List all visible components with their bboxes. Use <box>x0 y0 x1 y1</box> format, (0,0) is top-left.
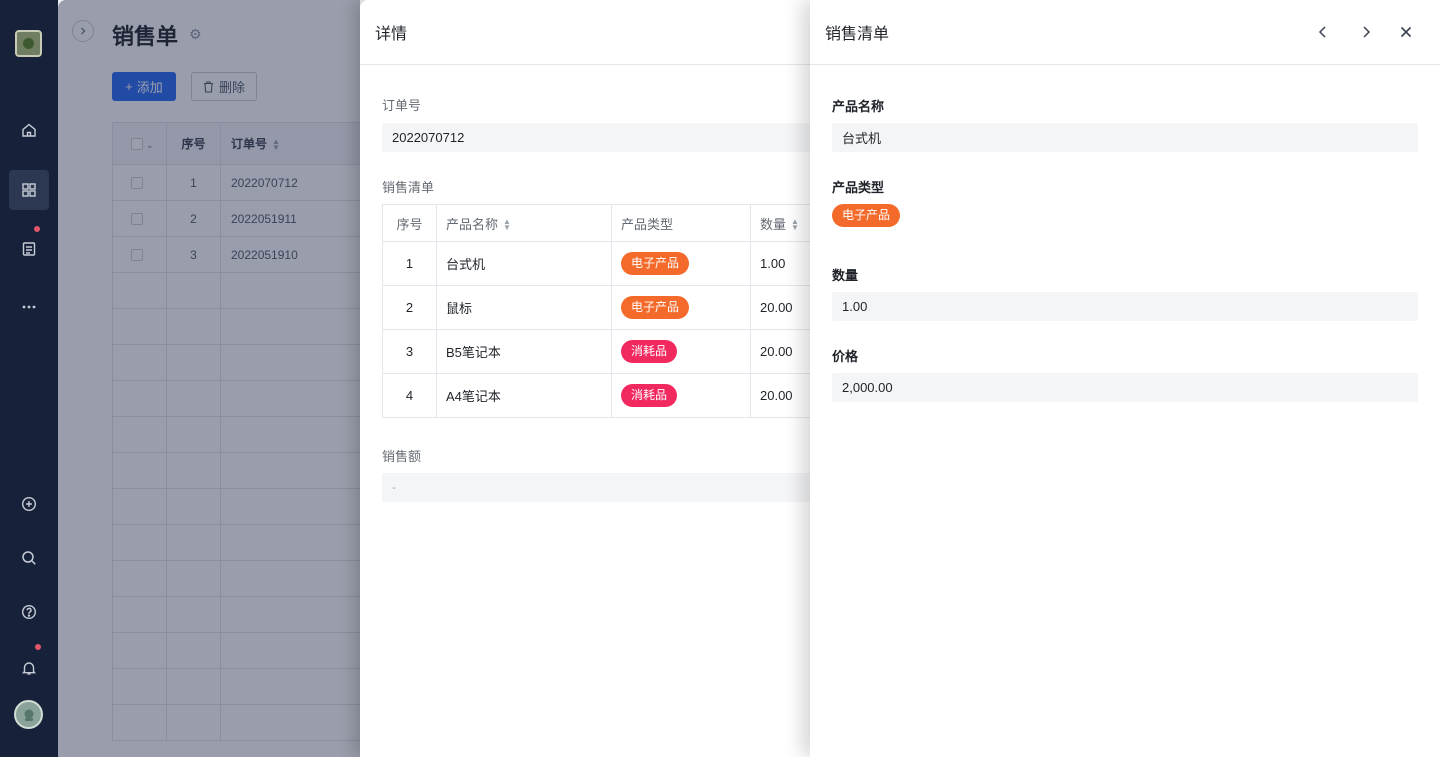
row-no: 1 <box>382 241 437 286</box>
column-header-product-name[interactable]: 产品名称 ▲ ▼ <box>436 204 612 242</box>
record-drawer: 销售清单 产品名称 台式机 产品类型 电子产品 数量 1.00 价格 2,000… <box>810 0 1440 757</box>
product-type-tag: 电子产品 <box>832 204 901 227</box>
sort-icon[interactable]: ▲ ▼ <box>791 218 799 232</box>
close-icon <box>1400 26 1412 38</box>
product-type-value: 电子产品 <box>832 204 901 227</box>
user-avatar[interactable] <box>14 700 43 729</box>
add-circle-icon[interactable] <box>9 484 49 524</box>
row-quantity: 20.00 <box>750 373 810 418</box>
sales-list-label: 销售清单 <box>382 180 435 195</box>
record-header: 销售清单 <box>810 0 1440 65</box>
column-header-no: 序号 <box>382 204 437 242</box>
sales-list-row[interactable]: 2 鼠标 电子产品 20.00 <box>382 285 810 330</box>
help-icon[interactable] <box>9 592 49 632</box>
product-name-field: 台式机 <box>832 123 1418 152</box>
row-product-name: A4笔记本 <box>436 373 612 418</box>
sales-list-header-row: 序号 产品名称 ▲ ▼ 产品类型 数量 ▲ ▼ <box>382 204 810 242</box>
row-product-name: 鼠标 <box>436 285 612 330</box>
product-name-label: 产品名称 <box>832 99 885 114</box>
column-header-product-type: 产品类型 <box>611 204 751 242</box>
modal-overlay[interactable] <box>58 0 360 757</box>
sales-amount-label: 销售额 <box>382 449 422 464</box>
product-type-tag: 电子产品 <box>621 252 690 275</box>
home-icon[interactable] <box>9 110 49 150</box>
row-no: 2 <box>382 285 437 330</box>
price-label: 价格 <box>832 349 859 364</box>
column-header-quantity-label: 数量 <box>760 216 787 232</box>
product-type-tag: 电子产品 <box>621 296 690 319</box>
sales-list-row[interactable]: 1 台式机 电子产品 1.00 <box>382 241 810 286</box>
column-header-product-name-label: 产品名称 <box>446 216 499 232</box>
chevron-left-icon <box>1318 26 1326 38</box>
product-type-label: 产品类型 <box>832 180 885 195</box>
app-logo[interactable] <box>15 30 42 57</box>
product-type-tag: 消耗品 <box>621 340 678 363</box>
close-button[interactable] <box>1393 19 1419 45</box>
sales-list-row[interactable]: 3 B5笔记本 消耗品 20.00 <box>382 329 810 374</box>
next-record-button[interactable] <box>1353 19 1379 45</box>
sales-list-table: 序号 产品名称 ▲ ▼ 产品类型 数量 ▲ ▼ 1 台式机 电子产品 1.00 2 鼠标… <box>382 204 810 418</box>
row-quantity: 20.00 <box>750 285 810 330</box>
bell-icon[interactable] <box>9 648 49 688</box>
row-product-name: 台式机 <box>436 241 612 286</box>
row-no: 3 <box>382 329 437 374</box>
row-product-type: 消耗品 <box>611 373 751 418</box>
quantity-field: 1.00 <box>832 292 1418 321</box>
row-product-type: 电子产品 <box>611 285 751 330</box>
sidebar <box>0 0 58 757</box>
order-number-label: 订单号 <box>382 98 422 113</box>
row-quantity: 1.00 <box>750 241 810 286</box>
column-header-quantity[interactable]: 数量 ▲ ▼ <box>750 204 810 242</box>
detail-drawer: 详情 订单号 2022070712 销售清单 序号 产品名称 ▲ ▼ 产品类型 数量… <box>360 0 810 757</box>
previous-record-button[interactable] <box>1310 19 1336 45</box>
order-number-field: 2022070712 <box>382 123 810 152</box>
row-product-name: B5笔记本 <box>436 329 612 374</box>
row-product-type: 消耗品 <box>611 329 751 374</box>
detail-title: 详情 <box>375 26 408 43</box>
chevron-right-icon <box>1363 26 1371 38</box>
sales-list-row[interactable]: 4 A4笔记本 消耗品 20.00 <box>382 373 810 418</box>
detail-header: 详情 <box>360 0 810 65</box>
product-type-tag: 消耗品 <box>621 384 678 407</box>
row-quantity: 20.00 <box>750 329 810 374</box>
sales-amount-field: - <box>382 473 810 502</box>
row-product-type: 电子产品 <box>611 241 751 286</box>
apps-grid-icon[interactable] <box>9 170 49 210</box>
search-icon[interactable] <box>9 538 49 578</box>
record-title: 销售清单 <box>825 26 890 43</box>
row-no: 4 <box>382 373 437 418</box>
document-icon[interactable] <box>9 229 49 269</box>
price-field: 2,000.00 <box>832 373 1418 402</box>
more-icon[interactable] <box>9 287 49 327</box>
quantity-label: 数量 <box>832 268 859 283</box>
sort-icon[interactable]: ▲ ▼ <box>503 218 511 232</box>
